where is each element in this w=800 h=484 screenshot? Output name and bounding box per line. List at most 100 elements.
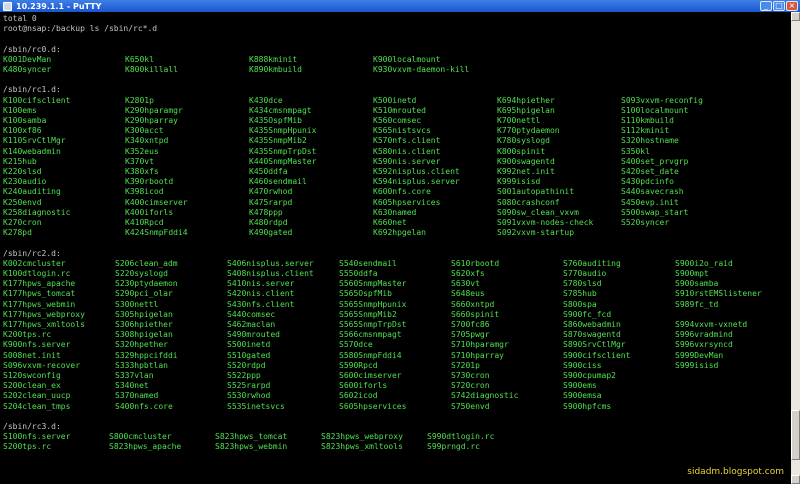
file-entry: K270cron — [3, 218, 42, 227]
file-entry: S900i2o_raid — [675, 258, 733, 268]
file-entry: K780syslogd — [497, 136, 550, 146]
file-entry: K770ptydaemon — [497, 126, 560, 136]
file-entry: S535inetsvcs — [227, 401, 285, 411]
window-titlebar[interactable]: 10.239.1.1 - PuTTY _ □ × — [0, 0, 800, 12]
file-entry: S540sendmail — [339, 258, 397, 268]
file-entry: S770audio — [563, 269, 607, 278]
file-entry: S890SrvCtlMgr — [563, 340, 626, 350]
file-entry: S320hostname — [621, 136, 679, 146]
file-entry: K565nistsvcs — [373, 126, 431, 136]
file-entry: K450ddfa — [249, 167, 288, 176]
file-entry: K430dce — [249, 95, 283, 105]
file-entry: S742diagnostic — [451, 391, 519, 401]
file-entry: K605hpservices — [373, 197, 441, 207]
file-entry: K002cmcluster — [3, 258, 66, 268]
file-entry: S750envd — [451, 401, 490, 411]
file-entry: K480syncer — [3, 65, 52, 74]
file-entry: S565SnmpTrpDst — [339, 320, 407, 329]
file-entry: K592nisplus.client — [373, 167, 460, 176]
file-entry: S110kmbuild — [621, 116, 674, 125]
command-line: root@nsap:/backup ls /sbin/rc*.d — [3, 24, 158, 34]
file-entry: K177hpws_webmin — [3, 299, 76, 309]
file-entry: K398icod — [125, 187, 164, 197]
file-entry: S462maclan — [227, 320, 276, 329]
file-entry: S400set_prvgrp — [621, 156, 689, 166]
file-entry: K800spinit — [497, 146, 546, 156]
file-entry: K258diagnostic — [3, 207, 71, 217]
file-entry: S996vradmind — [675, 330, 733, 340]
file-entry: S400nfs.core — [115, 401, 173, 411]
file-entry: K700nettl — [497, 116, 541, 125]
file-entry: K434cmsnmpagt — [249, 105, 312, 115]
file-entry: K800killall — [125, 65, 178, 74]
file-entry: K177hpws_apache — [3, 279, 76, 289]
file-entry: S860webadmin — [563, 320, 621, 329]
scroll-down-arrow-icon[interactable] — [791, 475, 800, 484]
file-entry: S800spa — [563, 299, 597, 309]
file-entry: K230audio — [3, 177, 47, 187]
file-entry: S760auditing — [563, 258, 621, 268]
file-entry: S001autopathinit — [497, 187, 575, 197]
file-entry: S560SnmpMaster — [339, 279, 407, 289]
file-entry: S823hpws_apache — [109, 442, 182, 452]
file-entry: S100nfs.server — [3, 432, 71, 442]
vertical-scrollbar[interactable] — [791, 12, 800, 484]
file-entry: S290pci_olar — [115, 289, 173, 299]
terminal-output[interactable]: total 0 root@nsap:/backup ls /sbin/rc*.d /… — [0, 12, 791, 484]
file-entry: S090sw_clean_vxvm — [497, 207, 579, 217]
file-entry: K110SrvCtlMgr — [3, 136, 66, 146]
scroll-up-arrow-icon[interactable] — [791, 12, 800, 21]
file-entry: K435SnmpHpunix — [249, 126, 317, 136]
file-entry: K560comsec — [373, 116, 422, 125]
file-entry: K380xfs — [125, 167, 159, 176]
file-entry: S565SnmpMib2 — [339, 309, 397, 319]
file-entry: K992net.init — [497, 167, 555, 176]
file-entry: K475rarpd — [249, 197, 293, 207]
total-line: total 0 — [3, 14, 37, 23]
file-entry: S450evp.init — [621, 197, 679, 207]
file-entry: S900cpumap2 — [563, 371, 616, 380]
file-entry: S091vxvm-nodes-check — [497, 218, 594, 227]
file-entry: S520rdpd — [227, 360, 266, 370]
file-entry: K2801p — [125, 95, 154, 105]
file-entry: S200clean_ex — [3, 381, 61, 391]
file-entry: S500swap_start — [621, 207, 689, 217]
maximize-button[interactable]: □ — [773, 1, 785, 11]
file-entry: S600cimserver — [339, 371, 402, 380]
file-entry: S570dce — [339, 340, 373, 350]
file-entry: K890kmbuild — [249, 65, 302, 74]
file-entry: S602icod — [339, 391, 378, 401]
file-entry: S700fc86 — [451, 320, 490, 329]
file-entry: K888kminit — [249, 54, 298, 64]
file-entry: S500inetd — [227, 340, 271, 350]
file-entry: S408nisplus.client — [227, 269, 314, 278]
file-entry: S590Rpcd — [339, 360, 378, 370]
file-entry: K460sendmail — [249, 177, 307, 187]
file-entry: S600iforls — [339, 381, 388, 391]
scrollbar-thumb[interactable] — [791, 410, 800, 460]
file-entry: S990dtlogin.rc — [427, 432, 495, 442]
file-entry: K215hub — [3, 156, 37, 166]
file-entry: S120swconfig — [3, 371, 61, 380]
file-entry: K580nis.client — [373, 146, 441, 156]
file-entry: K001DevMan — [3, 54, 52, 64]
file-entry: S565SnmpHpunix — [339, 299, 407, 309]
file-entry: S660xntpd — [451, 299, 495, 309]
file-entry: S220syslogd — [115, 269, 168, 278]
file-entry: S430pdcinfo — [621, 177, 674, 187]
file-entry: S565OspfMib — [339, 289, 392, 299]
file-entry: K900localmount — [373, 54, 441, 64]
file-entry: K177hpws_xmltools — [3, 320, 85, 329]
file-entry: S99prngd.rc — [427, 442, 480, 452]
file-entry: S800cmcluster — [109, 432, 172, 442]
close-button[interactable]: × — [786, 1, 798, 11]
minimize-button[interactable]: _ — [760, 1, 772, 11]
file-entry: S994vxvm-vxnetd — [675, 320, 748, 329]
file-entry: S100localmount — [621, 105, 689, 115]
window-title: 10.239.1.1 - PuTTY — [16, 1, 102, 11]
file-entry: K692hpgelan — [373, 228, 426, 238]
file-entry: K900swagentd — [497, 156, 555, 166]
file-entry: K290hparamgr — [125, 105, 183, 115]
file-entry: S710hparray — [451, 350, 504, 360]
file-entry: K630named — [373, 207, 417, 217]
